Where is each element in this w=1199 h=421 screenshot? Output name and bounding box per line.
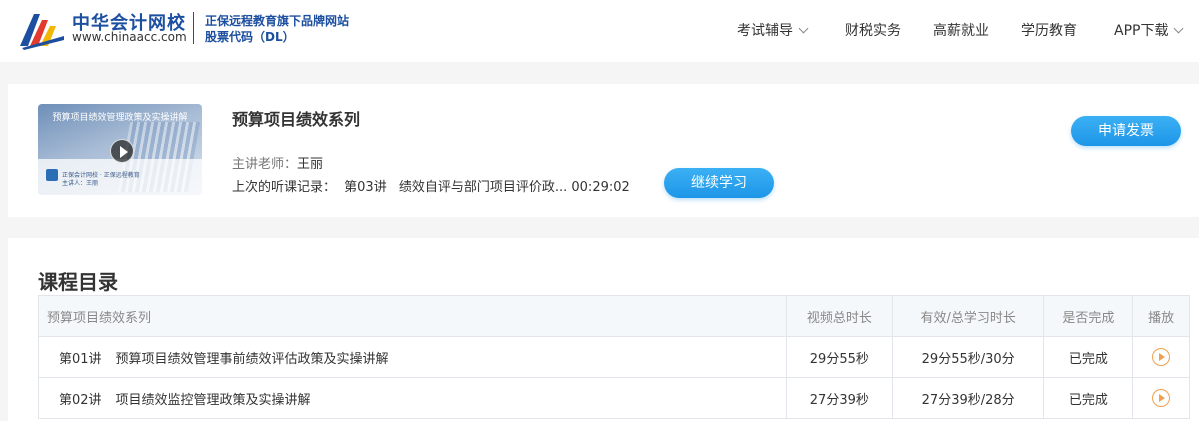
play-icon[interactable] — [110, 139, 134, 163]
lecture-number: 第01讲 — [59, 351, 102, 367]
continue-learning-button[interactable]: 继续学习 — [664, 168, 774, 198]
last-record-title: 绩效自评与部门项目评价政... — [398, 180, 568, 195]
lecture-name: 项目绩效监控管理政策及实操讲解 — [115, 392, 311, 408]
lecture-duration: 29分55秒 — [785, 336, 893, 378]
nav-label: APP下载 — [1114, 23, 1169, 39]
lecture-number: 第02讲 — [59, 392, 102, 408]
lecture-effective-time: 27分39秒/28分 — [891, 377, 1045, 419]
lecture-name-cell[interactable]: 第01讲 预算项目绩效管理事前绩效评估政策及实操讲解 — [38, 336, 787, 378]
lecture-effective-time: 29分55秒/30分 — [891, 336, 1045, 378]
course-title: 预算项目绩效系列 — [232, 110, 361, 129]
stock-code: 股票代码（DL） — [205, 30, 295, 44]
play-icon[interactable] — [1152, 348, 1171, 366]
tagline: 正保远程教育旗下品牌网站 — [205, 14, 350, 28]
nav-finance-tax[interactable]: 财税实务 — [845, 20, 901, 40]
teacher-name: 王丽 — [297, 157, 324, 172]
chevron-down-icon — [798, 23, 809, 34]
catalog-title: 课程目录 — [38, 270, 118, 294]
nav-exam-guidance[interactable]: 考试辅导 — [737, 20, 809, 40]
table-row[interactable]: 第01讲 预算项目绩效管理事前绩效评估政策及实操讲解 29分55秒 29分55秒/… — [38, 336, 1190, 378]
nav-high-salary-jobs[interactable]: 高薪就业 — [933, 20, 989, 40]
lecture-name: 预算项目绩效管理事前绩效评估政策及实操讲解 — [115, 351, 389, 367]
lecture-table: 预算项目绩效系列 视频总时长 有效/总学习时长 是否完成 播放 第01讲 预算项目… — [38, 295, 1190, 419]
thumbnail-lecturer: 主讲人：王丽 — [62, 180, 99, 187]
table-header-row: 预算项目绩效系列 视频总时长 有效/总学习时长 是否完成 播放 — [38, 295, 1190, 337]
nav-label: 考试辅导 — [737, 23, 793, 39]
lecture-status: 已完成 — [1043, 336, 1134, 378]
chinaacc-logo-icon[interactable] — [18, 10, 66, 50]
last-record-time: 00:29:02 — [571, 180, 630, 195]
teacher-label: 主讲老师： — [232, 157, 298, 172]
nav-app-download[interactable]: APP下载 — [1114, 20, 1184, 40]
thumbnail-logo-icon — [46, 169, 58, 181]
lecture-status: 已完成 — [1043, 377, 1134, 419]
course-catalog: 课程目录 预算项目绩效系列 视频总时长 有效/总学习时长 是否完成 播放 第01… — [8, 238, 1199, 421]
column-header-play: 播放 — [1132, 295, 1190, 337]
nav-degree-education[interactable]: 学历教育 — [1021, 20, 1077, 40]
brand-url[interactable]: www.chinaacc.com — [72, 30, 187, 44]
last-record: 上次的听课记录： 第03讲 绩效自评与部门项目评价政... 00:29:02 — [232, 176, 630, 195]
last-record-label: 上次的听课记录： — [232, 180, 337, 195]
lecture-play-cell — [1132, 377, 1190, 419]
site-header: 中华会计网校 www.chinaacc.com 正保远程教育旗下品牌网站 股票代… — [0, 0, 1199, 62]
last-record-lecture: 第03讲 — [344, 180, 387, 195]
apply-invoice-button[interactable]: 申请发票 — [1071, 116, 1181, 146]
column-header-completed: 是否完成 — [1043, 295, 1134, 337]
course-card: 预算项目绩效管理政策及实操讲解 正保会计网校 · 正保远程教育 主讲人：王丽 预… — [8, 84, 1199, 217]
column-header-duration: 视频总时长 — [785, 295, 893, 337]
play-icon[interactable] — [1152, 389, 1171, 407]
brand-divider — [193, 12, 194, 44]
course-thumbnail[interactable]: 预算项目绩效管理政策及实操讲解 正保会计网校 · 正保远程教育 主讲人：王丽 — [38, 104, 202, 195]
table-row[interactable]: 第02讲 项目绩效监控管理政策及实操讲解 27分39秒 27分39秒/28分 已完… — [38, 377, 1190, 419]
lecture-duration: 27分39秒 — [785, 377, 893, 419]
column-header-series: 预算项目绩效系列 — [38, 295, 787, 337]
column-header-effective-time: 有效/总学习时长 — [891, 295, 1045, 337]
teacher-info: 主讲老师：王丽 — [232, 153, 323, 172]
chevron-down-icon — [1174, 23, 1184, 34]
lecture-play-cell — [1132, 336, 1190, 378]
lecture-name-cell[interactable]: 第02讲 项目绩效监控管理政策及实操讲解 — [38, 377, 787, 419]
